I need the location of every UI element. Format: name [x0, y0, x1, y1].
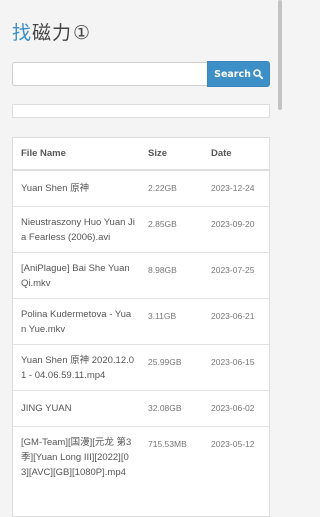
file-size: 2.85GB	[140, 206, 203, 253]
logo-circled-number: ①	[73, 22, 92, 44]
search-icon	[253, 69, 263, 79]
column-header-date[interactable]: Date	[203, 138, 269, 171]
search-button[interactable]: Search	[207, 61, 270, 87]
table-row[interactable]: Yuan Shen 原神 2020.12.01 - 04.06.59.11.mp…	[13, 344, 269, 391]
file-date: 2023-06-21	[203, 298, 269, 345]
file-name-link[interactable]: JING YUAN	[21, 403, 72, 414]
file-name-link[interactable]: Yuan Shen 原神	[21, 183, 89, 194]
file-size: 715.53MB	[140, 426, 203, 487]
table-row[interactable]: Yuan Shen 原神 2.22GB 2023-12-24	[13, 169, 269, 207]
table-row[interactable]: Polina Kudermetova - Yuan Yue.mkv 3.11GB…	[13, 298, 269, 345]
table-row[interactable]: [AniPlague] Bai She Yuan Qi.mkv 8.98GB 2…	[13, 252, 269, 299]
file-size: 8.98GB	[140, 252, 203, 299]
logo-main-text: 磁力	[32, 22, 73, 44]
file-date: 2023-06-02	[203, 390, 269, 427]
search-input[interactable]	[12, 62, 207, 86]
file-name-link[interactable]: [AniPlague] Bai She Yuan Qi.mkv	[21, 263, 130, 289]
file-size: 2.22GB	[140, 169, 203, 207]
results-table: File Name Size Date Yuan Shen 原神 2.22GB …	[13, 138, 269, 487]
table-row[interactable]: JING YUAN 32.08GB 2023-06-02	[13, 390, 269, 427]
site-header: 找磁力①	[12, 18, 91, 46]
file-date: 2023-09-20	[203, 206, 269, 253]
file-name-link[interactable]: Polina Kudermetova - Yuan Yue.mkv	[21, 309, 131, 335]
file-date: 2023-06-15	[203, 344, 269, 391]
logo-accent-text: 找	[12, 22, 33, 44]
file-date: 2023-07-25	[203, 252, 269, 299]
file-name-link[interactable]: Yuan Shen 原神 2020.12.01 - 04.06.59.11.mp…	[21, 355, 134, 381]
file-name-link[interactable]: Nieustraszony Huo Yuan Jia Fearless (200…	[21, 217, 135, 243]
column-header-name[interactable]: File Name	[13, 138, 140, 171]
file-size: 25.99GB	[140, 344, 203, 391]
file-name-link[interactable]: [GM-Team][国漫][元龙 第3季][Yuan Long III][202…	[21, 437, 131, 478]
search-button-label: Search	[214, 68, 251, 80]
table-row[interactable]: Nieustraszony Huo Yuan Jia Fearless (200…	[13, 206, 269, 253]
file-size: 32.08GB	[140, 390, 203, 427]
info-bar	[12, 104, 270, 118]
file-size: 3.11GB	[140, 298, 203, 345]
results-card: File Name Size Date Yuan Shen 原神 2.22GB …	[12, 137, 270, 517]
column-header-size[interactable]: Size	[140, 138, 203, 171]
table-row[interactable]: [GM-Team][国漫][元龙 第3季][Yuan Long III][202…	[13, 426, 269, 487]
file-date: 2023-05-12	[203, 426, 269, 487]
site-logo[interactable]: 找磁力①	[12, 18, 91, 45]
search-bar: Search	[12, 61, 270, 88]
scrollbar-thumb[interactable]	[278, 0, 282, 110]
file-date: 2023-12-24	[203, 169, 269, 207]
table-header-row: File Name Size Date	[13, 138, 269, 171]
scrollbar-track[interactable]	[278, 0, 282, 500]
